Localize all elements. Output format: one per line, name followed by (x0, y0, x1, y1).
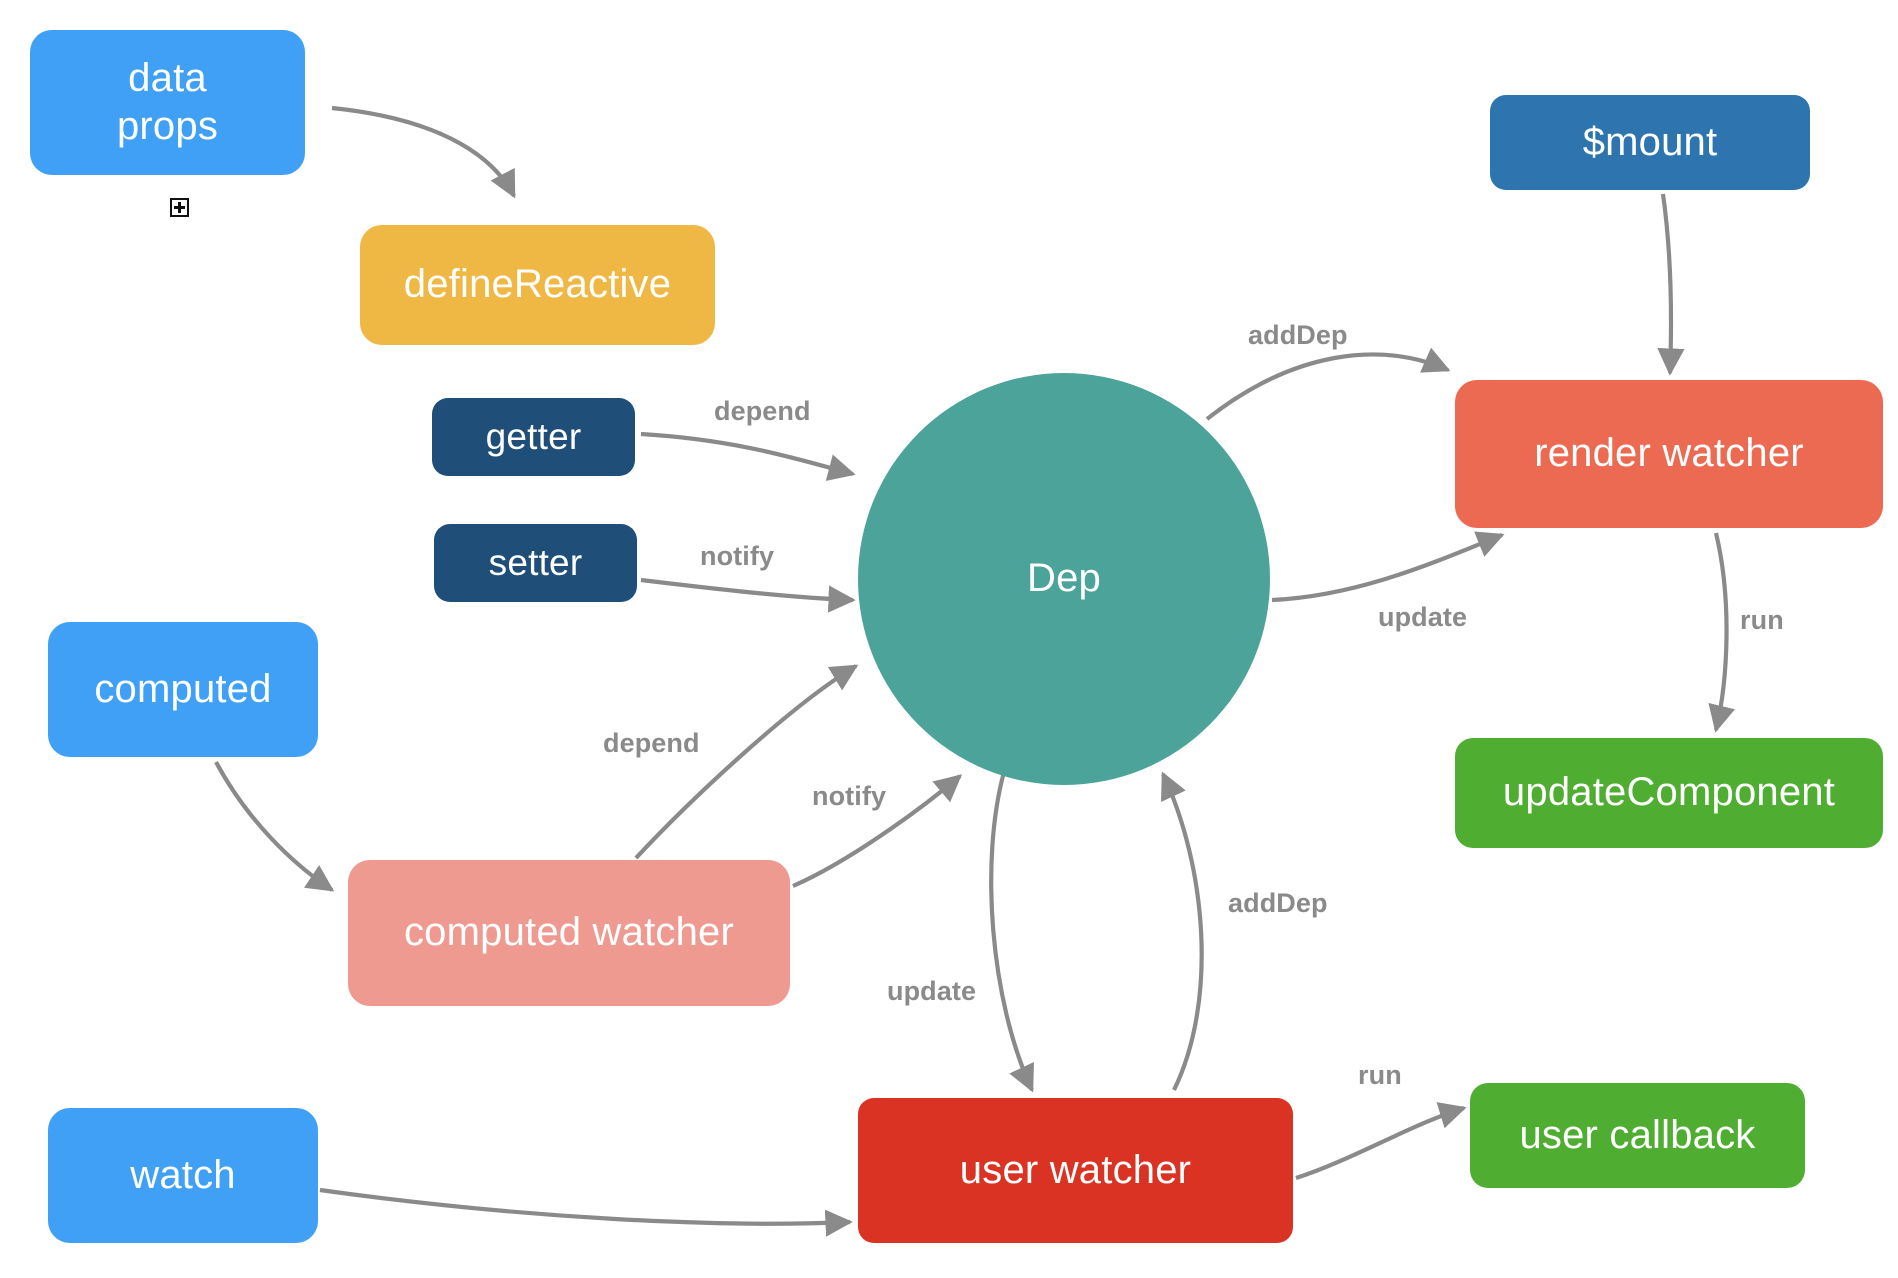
edge-label-setter-notify: notify (700, 541, 775, 571)
node-getter[interactable]: getter (432, 398, 635, 476)
node-define-reactive[interactable]: defineReactive (360, 225, 715, 345)
edge-setter-to-dep (640, 577, 856, 613)
edge-watch-to-user-watcher (319, 1187, 853, 1237)
edge-label-computed-watcher-notify: notify (812, 781, 887, 811)
edge-label-getter-depend: depend (714, 396, 811, 426)
node-computed[interactable]: computed (48, 622, 318, 757)
node-user-callback[interactable]: user callback (1470, 1083, 1805, 1188)
edge-label-dep-render-watcher-update: update (1378, 602, 1468, 632)
edge-data-props-to-define-reactive (331, 105, 516, 199)
edge-mount-to-render-watcher (1657, 193, 1685, 376)
edge-label-dep-render-watcher-adddep: addDep (1248, 320, 1348, 350)
edge-label-user-watcher-adddep: addDep (1228, 888, 1328, 918)
edge-computed-watcher-to-dep-depend (634, 664, 859, 860)
node-render-watcher[interactable]: render watcher (1455, 380, 1883, 528)
edge-user-watcher-to-dep-adddep (1161, 771, 1204, 1091)
node-computed-watcher[interactable]: computed watcher (348, 860, 790, 1006)
node-mount[interactable]: $mount (1490, 95, 1810, 190)
edge-dep-to-user-watcher-update (989, 771, 1034, 1093)
node-setter[interactable]: setter (434, 524, 637, 602)
edge-dep-to-render-watcher-adddep (1205, 347, 1451, 421)
edge-getter-to-dep (640, 431, 856, 481)
edge-label-computed-watcher-depend: depend (603, 728, 700, 758)
edge-label-dep-user-watcher-update: update (887, 976, 977, 1006)
node-update-component[interactable]: updateComponent (1455, 738, 1883, 848)
node-dep[interactable]: Dep (858, 373, 1270, 785)
diagram-canvas: data props defineReactive getter setter … (0, 0, 1898, 1278)
crosshair-plus-cursor-icon (170, 198, 189, 217)
edge-label-render-watcher-run: run (1740, 605, 1784, 635)
edge-render-watcher-to-update-component (1708, 532, 1736, 733)
edge-user-watcher-to-user-callback (1295, 1102, 1467, 1180)
node-watch[interactable]: watch (48, 1108, 318, 1243)
node-user-watcher[interactable]: user watcher (858, 1098, 1293, 1243)
node-data-props[interactable]: data props (30, 30, 305, 175)
edge-computed-to-computed-watcher (214, 761, 335, 892)
edge-dep-to-render-watcher-update (1271, 531, 1505, 603)
edge-label-user-watcher-run: run (1358, 1060, 1402, 1090)
